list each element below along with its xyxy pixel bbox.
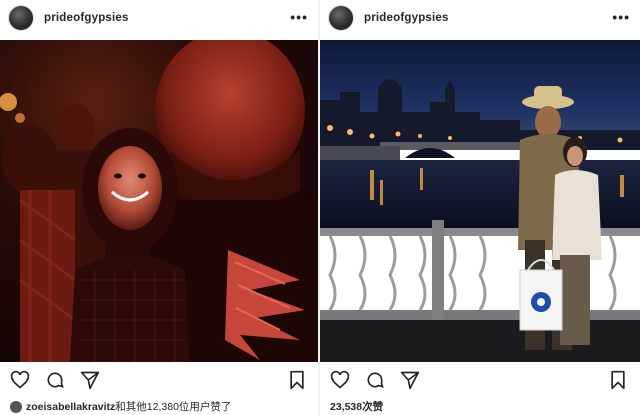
bookmark-icon[interactable] <box>608 370 628 390</box>
post-username[interactable]: prideofgypsies <box>44 12 129 24</box>
more-options-icon[interactable]: ••• <box>290 8 308 26</box>
instagram-post-left: prideofgypsies ••• zoeisabellakravitz 和其… <box>0 0 318 415</box>
likes-summary: zoeisabellakravitz 和其他12,380位用户赞了 <box>10 399 231 414</box>
post-header: prideofgypsies ••• <box>0 0 318 36</box>
bookmark-icon[interactable] <box>287 370 307 390</box>
share-icon[interactable] <box>400 370 420 390</box>
instagram-post-right: prideofgypsies ••• 23,538次赞 <box>320 0 640 415</box>
likes-count-text[interactable]: 23,538次赞 <box>330 399 383 414</box>
post-actions-bar <box>0 366 318 394</box>
likes-count-text[interactable]: 和其他12,380位用户赞了 <box>115 399 231 414</box>
profile-avatar[interactable] <box>8 5 34 31</box>
profile-avatar[interactable] <box>328 5 354 31</box>
heart-icon[interactable] <box>330 370 350 390</box>
post-header: prideofgypsies ••• <box>320 0 640 36</box>
liker-avatar <box>10 400 22 413</box>
share-icon[interactable] <box>80 370 100 390</box>
likes-summary: 23,538次赞 <box>330 399 383 414</box>
comment-icon[interactable] <box>365 370 385 390</box>
post-username[interactable]: prideofgypsies <box>364 12 449 24</box>
more-options-icon[interactable]: ••• <box>612 8 630 26</box>
heart-icon[interactable] <box>10 370 30 390</box>
liker-username[interactable]: zoeisabellakravitz <box>26 401 115 413</box>
post-photo-concert-selfie[interactable] <box>0 40 318 362</box>
post-photo-paris-night[interactable] <box>320 40 640 362</box>
post-actions-bar <box>320 366 640 394</box>
comment-icon[interactable] <box>45 370 65 390</box>
